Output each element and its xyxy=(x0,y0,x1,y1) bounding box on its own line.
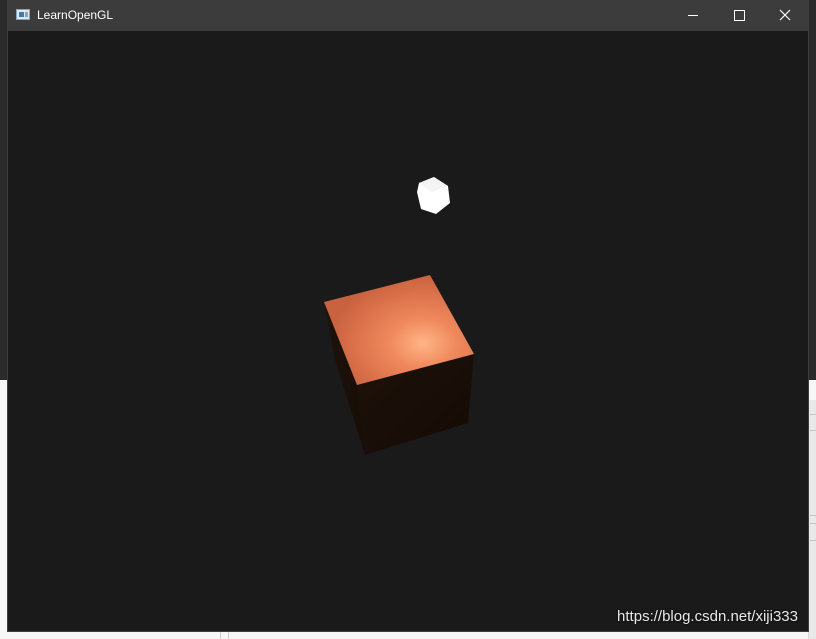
close-icon xyxy=(779,9,791,21)
background-divider xyxy=(220,630,221,639)
close-button[interactable] xyxy=(762,0,808,31)
maximize-button[interactable] xyxy=(716,0,762,31)
maximize-icon xyxy=(734,10,745,21)
watermark-text: https://blog.csdn.net/xiji333 xyxy=(617,608,798,625)
minimize-button[interactable] xyxy=(670,0,716,31)
lit-cube xyxy=(324,275,474,455)
opengl-render-viewport[interactable]: https://blog.csdn.net/xiji333 xyxy=(8,31,808,631)
title-bar[interactable]: LearnOpenGL xyxy=(8,0,808,31)
background-divider xyxy=(228,630,229,639)
window-title: LearnOpenGL xyxy=(37,8,114,22)
rendered-scene xyxy=(324,177,474,455)
light-source-cube xyxy=(417,177,450,214)
learnopengl-window: LearnOpenGL https://blog.csdn.net/xiji33… xyxy=(8,0,808,631)
background-scroll-strip xyxy=(808,400,816,639)
application-icon[interactable] xyxy=(16,9,30,20)
minimize-icon xyxy=(688,15,698,16)
